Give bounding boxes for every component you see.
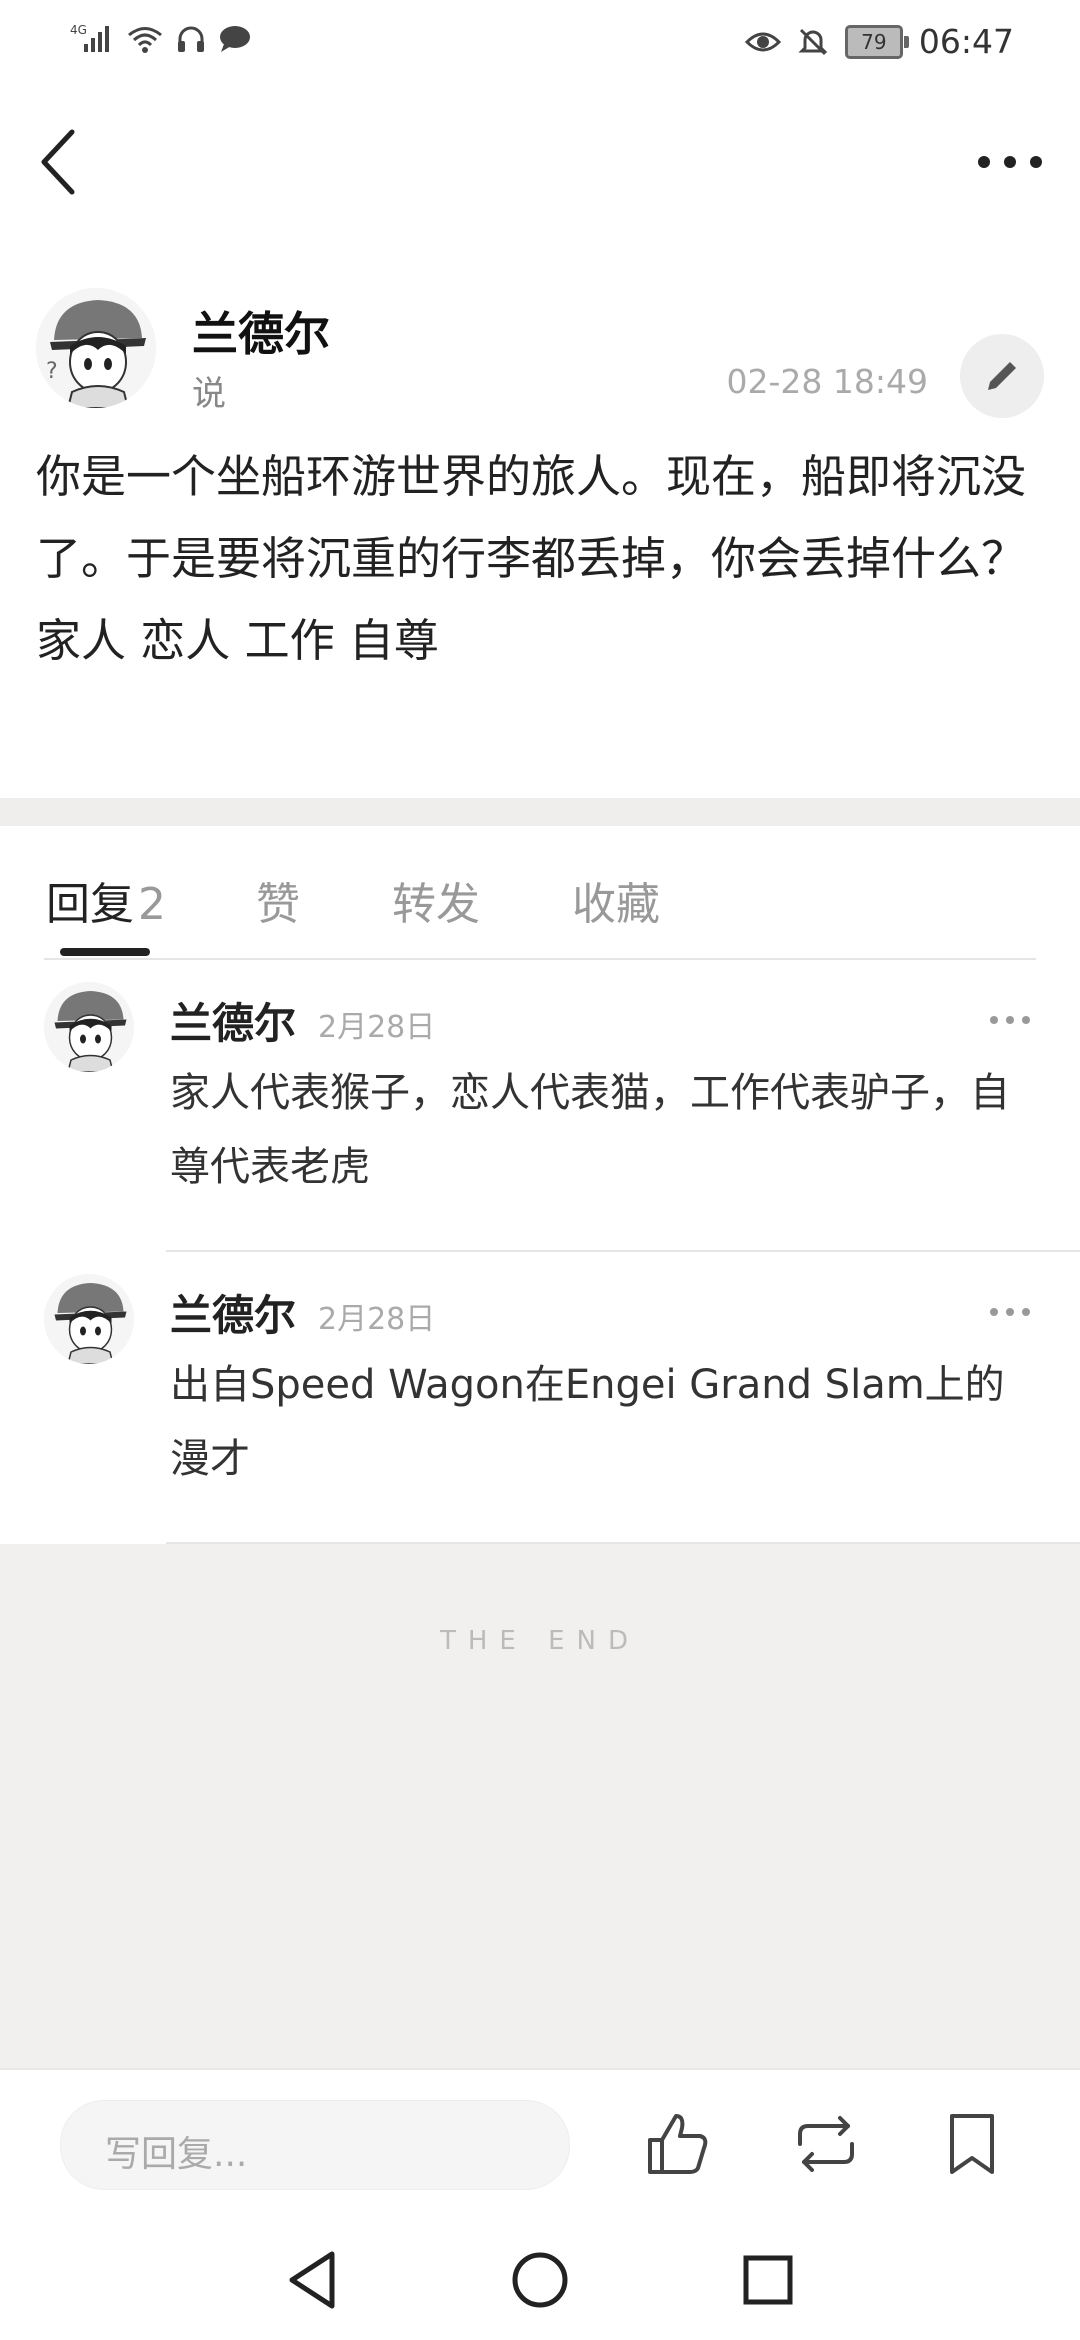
top-navigation: [0, 100, 1080, 230]
bookmark-button[interactable]: [936, 2108, 1008, 2180]
like-button[interactable]: [642, 2108, 714, 2180]
reply-item[interactable]: 兰德尔 2月28日 家人代表猴子，恋人代表猫，工作代表驴子，自尊代表老虎: [0, 960, 1080, 1252]
interaction-tabs: 回复2 赞 转发 收藏: [0, 826, 1080, 960]
reply-date: 2月28日: [318, 1010, 436, 1045]
repost-button[interactable]: [790, 2108, 862, 2180]
post-verb: 说: [192, 374, 226, 414]
post-body: 你是一个坐船环游世界的旅人。现在，船即将沉没了。于是要将沉重的行李都丢掉，你会丢…: [36, 436, 1046, 682]
post-body-line: 家人 恋人 工作 自尊: [36, 614, 439, 667]
svg-text:?: ?: [46, 359, 58, 384]
repost-icon: [798, 2116, 854, 2172]
tab-replies-count: 2: [138, 879, 166, 930]
status-icons-left: 4G: [70, 22, 252, 56]
reply-avatar[interactable]: [44, 982, 134, 1072]
message-icon: [220, 26, 250, 52]
post-author-name[interactable]: 兰德尔: [192, 298, 330, 364]
post-body-line: 你是一个坐船环游世界的旅人。现在，船即将沉没了。于是要将沉重的行李都丢掉，你会丢…: [36, 450, 1027, 585]
end-area: THE END: [0, 1544, 1080, 2068]
bookmark-icon: [950, 2114, 994, 2174]
section-divider: [0, 798, 1080, 826]
network-type: 4G: [70, 23, 87, 37]
edit-button[interactable]: [960, 334, 1044, 418]
mute-bell-icon: [798, 28, 828, 55]
reply-more-button[interactable]: [986, 1010, 1034, 1030]
reply-author-name[interactable]: 兰德尔: [170, 1282, 296, 1343]
reply-author-name[interactable]: 兰德尔: [170, 990, 296, 1051]
more-icon: [978, 156, 1042, 168]
back-icon: [41, 129, 75, 195]
signal-icon: 4G: [70, 23, 109, 52]
nav-home-icon[interactable]: [508, 2248, 572, 2312]
anime-avatar-image: ?: [36, 288, 156, 408]
reply-more-button[interactable]: [986, 1302, 1034, 1322]
reply-text: 出自Speed Wagon在Engei Grand Slam上的漫才: [170, 1362, 1005, 1482]
more-icon: [990, 1308, 1030, 1316]
tab-favorites[interactable]: 收藏: [572, 868, 660, 932]
reply-item[interactable]: 兰德尔 2月28日 出自Speed Wagon在Engei Grand Slam…: [0, 1252, 1080, 1544]
author-avatar[interactable]: ?: [36, 288, 156, 408]
more-options-button[interactable]: [970, 140, 1050, 184]
anime-avatar-image: [44, 982, 134, 1072]
active-tab-indicator: [60, 948, 150, 956]
edit-icon: [988, 362, 1016, 390]
reply-avatar[interactable]: [44, 1274, 134, 1364]
status-bar: 4G 79 06:47: [0, 0, 1080, 92]
reply-date: 2月28日: [318, 1302, 436, 1337]
nav-back-icon[interactable]: [282, 2248, 342, 2312]
clock: 06:47: [918, 22, 1014, 61]
eye-icon: [744, 32, 781, 51]
wifi-icon: [128, 27, 162, 53]
reply-input[interactable]: 写回复...: [60, 2100, 570, 2190]
more-icon: [990, 1016, 1030, 1024]
back-button[interactable]: [30, 122, 100, 202]
like-icon: [648, 2114, 708, 2174]
battery-indicator: 79: [844, 24, 909, 59]
tab-replies[interactable]: 回复2: [46, 868, 166, 932]
system-navigation-bar: [0, 2220, 1080, 2340]
reply-input-placeholder: 写回复...: [105, 2134, 248, 2175]
nav-recent-icon[interactable]: [738, 2248, 798, 2312]
tab-likes[interactable]: 赞: [256, 868, 300, 932]
post-timestamp: 02-28 18:49: [726, 362, 928, 401]
bottom-action-bar: 写回复...: [0, 2068, 1080, 2220]
reply-text: 家人代表猴子，恋人代表猫，工作代表驴子，自尊代表老虎: [170, 1070, 1010, 1190]
anime-avatar-image: [44, 1274, 134, 1364]
tab-replies-label: 回复: [46, 879, 134, 930]
end-label: THE END: [439, 1626, 641, 1656]
status-icons-right: 79 06:47: [744, 22, 1014, 61]
headphones-icon: [178, 26, 204, 52]
tab-reposts[interactable]: 转发: [392, 868, 480, 932]
